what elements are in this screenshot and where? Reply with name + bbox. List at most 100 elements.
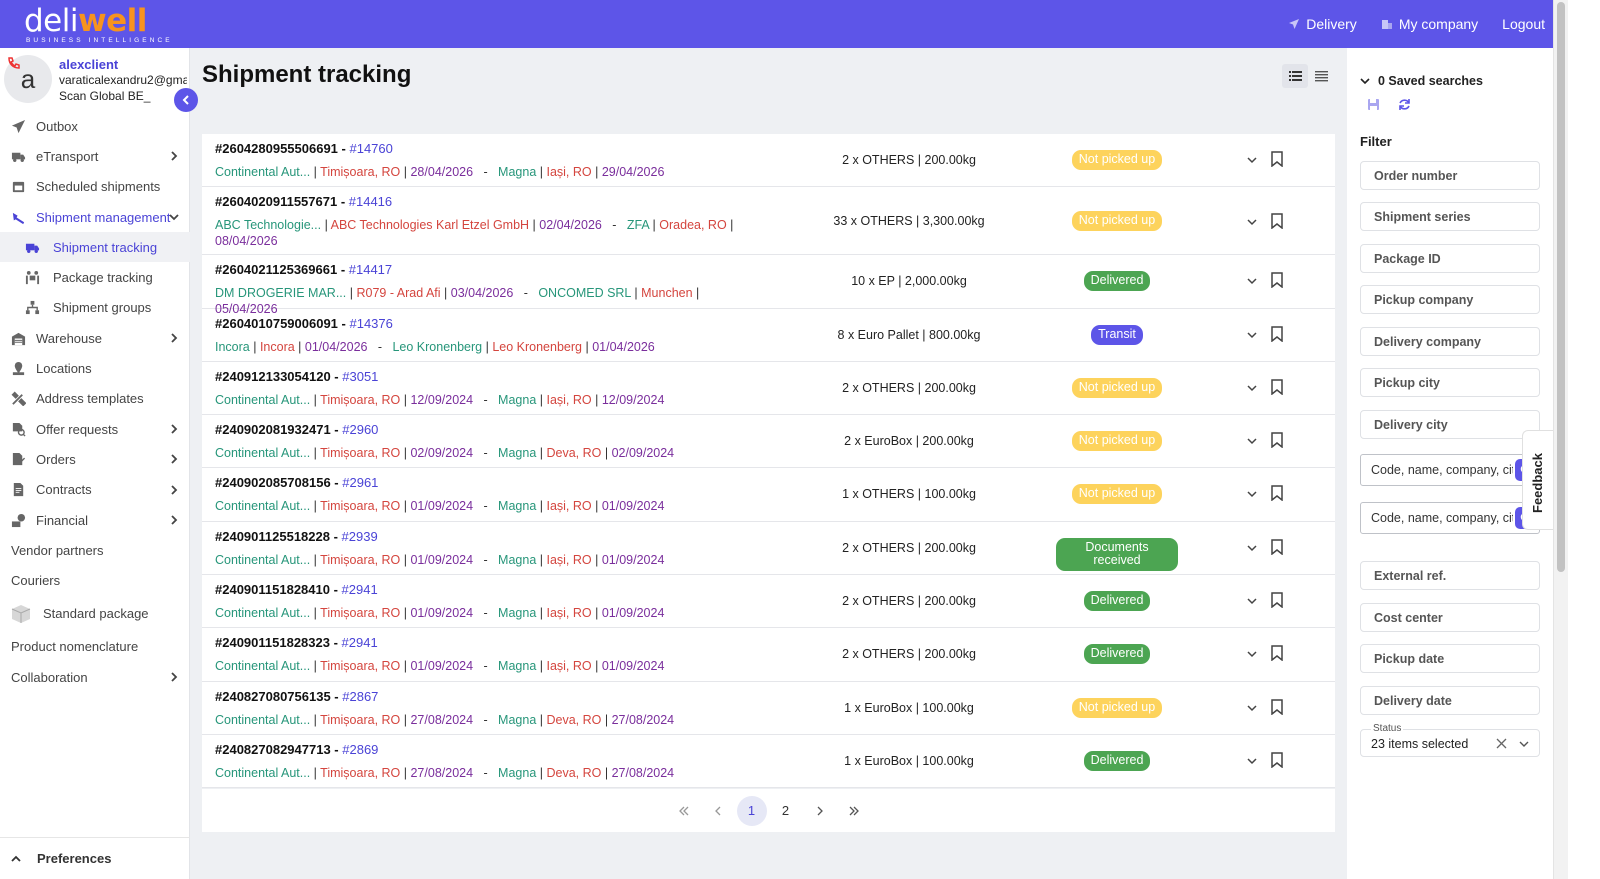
expand-chevron-icon[interactable] xyxy=(1246,154,1258,166)
order-ref-link[interactable]: #2941 xyxy=(342,635,378,650)
shipment-id[interactable]: #240827082947713 xyxy=(215,742,331,757)
order-ref-link[interactable]: #14416 xyxy=(349,194,392,209)
cost-center-filter[interactable]: Cost center xyxy=(1360,603,1540,632)
last-page-button[interactable] xyxy=(839,796,869,826)
delivery-link[interactable]: Delivery xyxy=(1288,16,1357,32)
shipment-id[interactable]: #240901125518228 xyxy=(215,529,330,544)
order-ref-link[interactable]: #14760 xyxy=(349,141,392,156)
scrollbar-thumb[interactable] xyxy=(1557,2,1565,572)
delivery-company-filter[interactable]: Delivery company xyxy=(1360,327,1540,356)
bookmark-icon[interactable] xyxy=(1270,325,1284,342)
bookmark-icon[interactable] xyxy=(1270,698,1284,715)
sidebar-item-couriers[interactable]: Couriers xyxy=(0,565,190,595)
expand-chevron-icon[interactable] xyxy=(1246,648,1258,660)
sidebar-item-vendor-partners[interactable]: Vendor partners xyxy=(0,535,190,565)
sidebar-item-orders[interactable]: Orders xyxy=(0,444,190,474)
shipment-row[interactable]: #240827082947713 - #2869 Continental Aut.… xyxy=(202,735,1335,788)
expand-chevron-icon[interactable] xyxy=(1246,275,1258,287)
pickup-date-filter[interactable]: Pickup date xyxy=(1360,644,1540,673)
expand-chevron-icon[interactable] xyxy=(1246,542,1258,554)
expand-chevron-icon[interactable] xyxy=(1246,216,1258,228)
delivery-location-search-input[interactable] xyxy=(1361,511,1513,525)
bookmark-icon[interactable] xyxy=(1270,379,1284,395)
shipment-series-filter[interactable]: Shipment series xyxy=(1360,202,1540,231)
sidebar-item-financial[interactable]: Financial xyxy=(0,505,190,535)
sidebar-item-outbox[interactable]: Outbox xyxy=(0,111,190,141)
shipment-row[interactable]: #240912133054120 - #3051 Continental Aut.… xyxy=(202,362,1335,416)
bookmark-icon[interactable] xyxy=(1270,213,1284,230)
bookmark-icon[interactable] xyxy=(1270,272,1284,289)
preferences-toggle[interactable]: Preferences xyxy=(0,837,190,879)
sidebar-item-shipment-groups[interactable]: Shipment groups xyxy=(0,293,190,323)
shipment-id[interactable]: #2604020911557671 xyxy=(215,194,337,209)
sidebar-item-package-tracking[interactable]: Package tracking xyxy=(0,262,190,292)
expand-chevron-icon[interactable] xyxy=(1246,595,1258,607)
shipment-id[interactable]: #240901151828410 xyxy=(215,582,330,597)
detailed-list-view-button[interactable] xyxy=(1282,64,1308,88)
order-number-filter[interactable]: Order number xyxy=(1360,161,1540,190)
order-ref-link[interactable]: #14376 xyxy=(349,316,392,331)
shipment-row[interactable]: #2604021125369661 - #14417 DM DROGERIE MA… xyxy=(202,255,1335,316)
refresh-icon[interactable] xyxy=(1398,98,1411,111)
my-company-link[interactable]: My company xyxy=(1381,16,1478,32)
clear-icon[interactable] xyxy=(1496,738,1507,749)
sidebar-item-standard-package[interactable]: Standard package xyxy=(0,596,190,632)
bookmark-icon[interactable] xyxy=(1270,432,1284,449)
prev-page-button[interactable] xyxy=(703,796,733,826)
order-ref-link[interactable]: #2869 xyxy=(342,742,378,757)
shipment-row[interactable]: #240902085708156 - #2961 Continental Aut.… xyxy=(202,468,1335,522)
bookmark-icon[interactable] xyxy=(1270,539,1284,555)
sidebar-item-warehouse[interactable]: Warehouse xyxy=(0,323,190,353)
shipment-row[interactable]: #240901151828323 - #2941 Continental Aut.… xyxy=(202,628,1335,682)
collapse-sidebar-button[interactable] xyxy=(174,88,198,112)
expand-chevron-icon[interactable] xyxy=(1246,755,1258,767)
expand-chevron-icon[interactable] xyxy=(1246,382,1258,394)
expand-chevron-icon[interactable] xyxy=(1246,488,1258,500)
next-page-button[interactable] xyxy=(805,796,835,826)
shipment-id[interactable]: #240902081932471 xyxy=(215,422,331,437)
expand-chevron-icon[interactable] xyxy=(1246,702,1258,714)
order-ref-link[interactable]: #14417 xyxy=(349,262,392,277)
bookmark-icon[interactable] xyxy=(1270,752,1284,768)
shipment-row[interactable]: #2604010759006091 - #14376 Incora | Incor… xyxy=(202,309,1335,362)
sidebar-item-shipment-tracking[interactable]: Shipment tracking xyxy=(0,232,190,263)
bookmark-icon[interactable] xyxy=(1270,151,1284,167)
page-1-button[interactable]: 1 xyxy=(736,795,767,826)
expand-chevron-icon[interactable] xyxy=(1246,329,1258,341)
first-page-button[interactable] xyxy=(669,796,699,826)
sidebar-item-etransport[interactable]: eTransport xyxy=(0,141,190,171)
sidebar-item-address-templates[interactable]: Address templates xyxy=(0,384,190,414)
logout-link[interactable]: Logout xyxy=(1502,16,1545,32)
shipment-id[interactable]: #2604010759006091 xyxy=(215,316,338,331)
shipment-row[interactable]: #2604020911557671 - #14416 ABC Technologi… xyxy=(202,187,1335,256)
shipment-row[interactable]: #240901151828410 - #2941 Continental Aut.… xyxy=(202,575,1335,629)
chevron-down-icon[interactable] xyxy=(1518,738,1530,750)
sidebar-item-locations[interactable]: Locations xyxy=(0,353,190,383)
order-ref-link[interactable]: #3051 xyxy=(342,369,378,384)
save-icon[interactable] xyxy=(1367,98,1380,111)
order-ref-link[interactable]: #2941 xyxy=(342,582,378,597)
bookmark-icon[interactable] xyxy=(1270,645,1284,662)
deliwell-logo[interactable]: deliwell BUSINESS INTELLIGENCE xyxy=(24,6,174,45)
pickup-location-search-input[interactable] xyxy=(1361,463,1513,477)
shipment-id[interactable]: #2604280955506691 xyxy=(215,141,338,156)
compact-list-view-button[interactable] xyxy=(1308,64,1334,88)
saved-searches-toggle[interactable]: 0 Saved searches xyxy=(1360,74,1483,88)
package-id-filter[interactable]: Package ID xyxy=(1360,244,1540,273)
shipment-id[interactable]: #240901151828323 xyxy=(215,635,330,650)
shipment-row[interactable]: #240902081932471 - #2960 Continental Aut.… xyxy=(202,415,1335,469)
delivery-date-filter[interactable]: Delivery date xyxy=(1360,686,1540,715)
delivery-city-filter[interactable]: Delivery city xyxy=(1360,410,1540,439)
shipment-id[interactable]: #240827080756135 xyxy=(215,689,331,704)
feedback-tab[interactable]: Feedback xyxy=(1522,430,1553,530)
order-ref-link[interactable]: #2961 xyxy=(342,475,378,490)
page-scrollbar[interactable] xyxy=(1553,0,1568,879)
shipment-id[interactable]: #2604021125369661 xyxy=(215,262,337,277)
sidebar-item-shipment-management[interactable]: Shipment management xyxy=(0,202,190,232)
sidebar-item-contracts[interactable]: Contracts xyxy=(0,475,190,505)
bookmark-icon[interactable] xyxy=(1270,592,1284,609)
sidebar-item-scheduled[interactable]: Scheduled shipments xyxy=(0,172,190,202)
pickup-company-filter[interactable]: Pickup company xyxy=(1360,285,1540,314)
pickup-city-filter[interactable]: Pickup city xyxy=(1360,368,1540,397)
order-ref-link[interactable]: #2939 xyxy=(342,529,378,544)
